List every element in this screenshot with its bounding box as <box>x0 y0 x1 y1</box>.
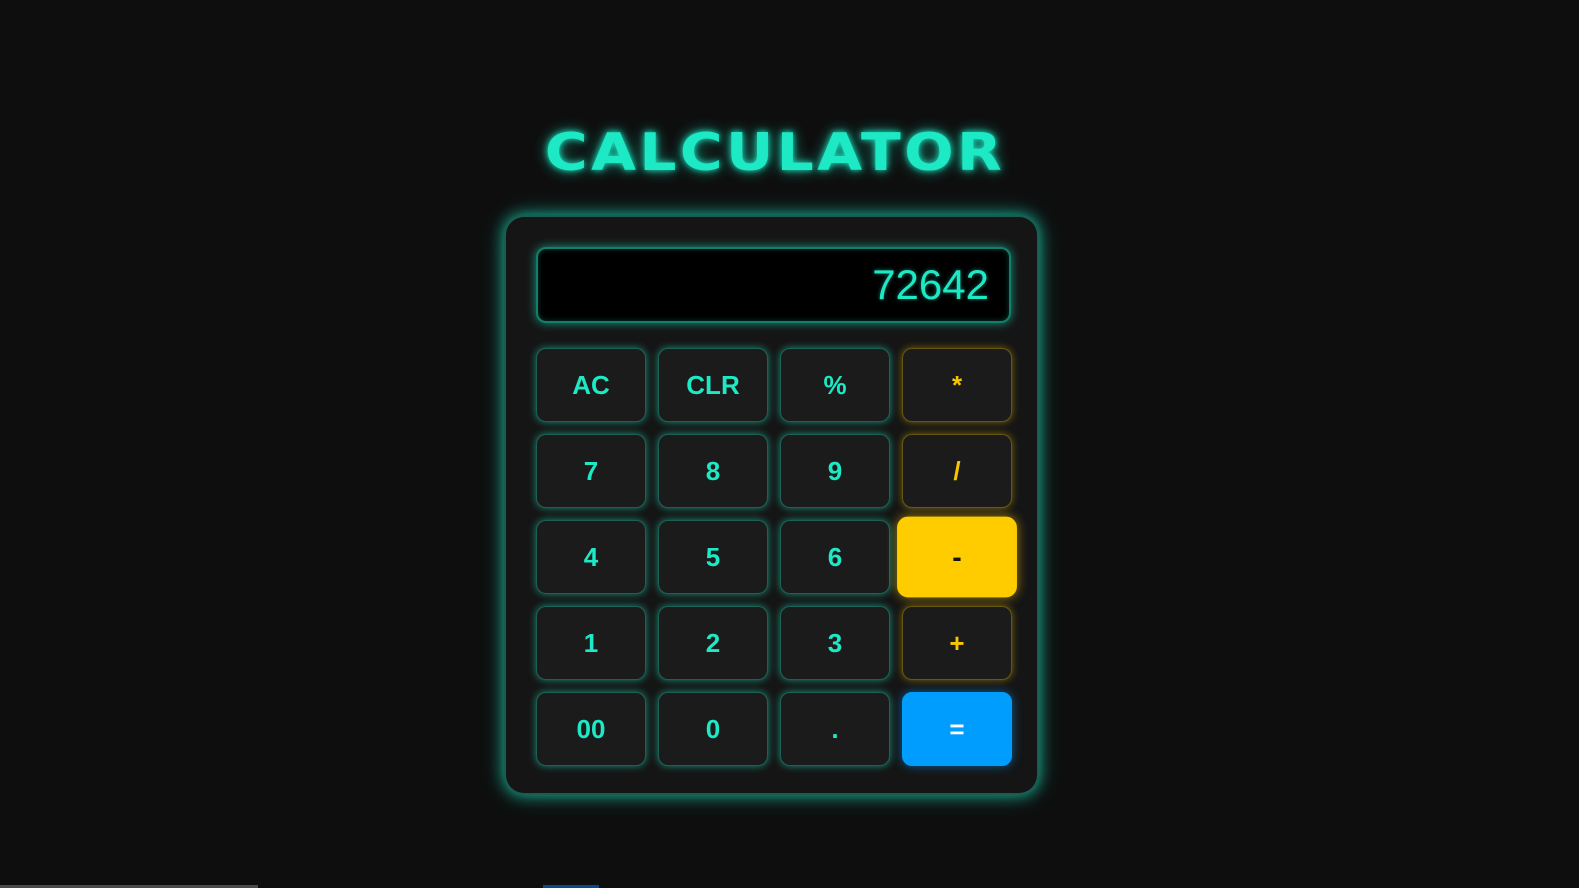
key-9[interactable]: 9 <box>780 434 890 508</box>
key-7[interactable]: 7 <box>536 434 646 508</box>
key-2[interactable]: 2 <box>658 606 768 680</box>
key-8[interactable]: 8 <box>658 434 768 508</box>
key-0[interactable]: 0 <box>658 692 768 766</box>
key-6[interactable]: 6 <box>780 520 890 594</box>
key-subtract[interactable]: - <box>897 516 1017 598</box>
key-divide[interactable]: / <box>902 434 1012 508</box>
calculator-display: 72642 <box>536 247 1011 323</box>
keypad: AC CLR % * 7 8 9 / 4 5 6 - 1 2 3 + 00 0 … <box>536 348 1017 766</box>
key-4[interactable]: 4 <box>536 520 646 594</box>
key-percent[interactable]: % <box>780 348 890 422</box>
key-00[interactable]: 00 <box>536 692 646 766</box>
key-multiply[interactable]: * <box>902 348 1012 422</box>
key-clr[interactable]: CLR <box>658 348 768 422</box>
key-equals[interactable]: = <box>902 692 1012 766</box>
key-decimal[interactable]: . <box>780 692 890 766</box>
page-title: CALCULATOR <box>544 123 1006 183</box>
calculator-body: 72642 AC CLR % * 7 8 9 / 4 5 6 - 1 2 3 +… <box>504 215 1039 795</box>
key-add[interactable]: + <box>902 606 1012 680</box>
key-ac[interactable]: AC <box>536 348 646 422</box>
key-5[interactable]: 5 <box>658 520 768 594</box>
key-1[interactable]: 1 <box>536 606 646 680</box>
page: CALCULATOR 72642 AC CLR % * 7 8 9 / 4 5 … <box>0 0 1579 888</box>
key-3[interactable]: 3 <box>780 606 890 680</box>
